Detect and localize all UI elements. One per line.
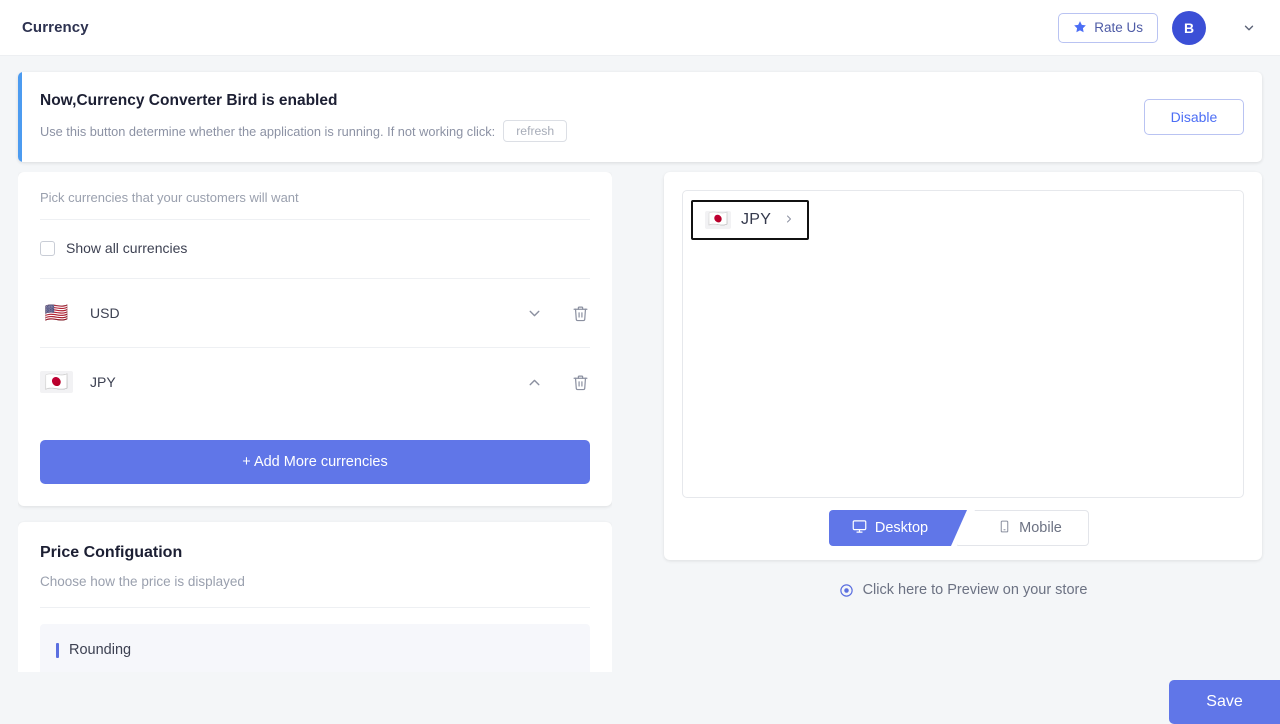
price-configuration-subtitle: Choose how the price is displayed <box>40 574 590 608</box>
flag-icon-usd: 🇺🇸 <box>44 302 69 324</box>
chevron-up-icon-jpy[interactable] <box>524 372 544 392</box>
add-more-currencies-button[interactable]: + Add More currencies <box>40 440 590 484</box>
currency-code-usd: USD <box>90 305 120 321</box>
trash-icon-jpy[interactable] <box>570 372 590 392</box>
rate-us-button[interactable]: Rate Us <box>1058 12 1158 43</box>
currency-row-usd[interactable]: 🇺🇸 USD <box>40 278 590 347</box>
preview-stage: 🇯🇵 JPY <box>682 190 1244 498</box>
show-all-currencies-label: Show all currencies <box>66 240 188 256</box>
rate-us-label: Rate Us <box>1094 20 1143 35</box>
banner-subtitle-row: Use this button determine whether the ap… <box>40 120 568 142</box>
eye-icon <box>839 583 854 598</box>
top-bar-actions: Rate Us B <box>1058 10 1266 45</box>
chevron-down-icon-usd[interactable] <box>524 303 544 323</box>
currency-code-jpy: JPY <box>90 374 116 390</box>
preview-card: 🇯🇵 JPY Desktop Mobile <box>664 172 1262 560</box>
avatar[interactable]: B <box>1172 10 1206 45</box>
price-configuration-title: Price Configuation <box>40 544 183 561</box>
tab-desktop[interactable]: Desktop <box>829 510 967 546</box>
right-column: 🇯🇵 JPY Desktop Mobile Click here to Prev… <box>664 172 1262 598</box>
top-bar: Currency Rate Us B <box>0 0 1280 56</box>
currency-row-jpy[interactable]: 🇯🇵 JPY <box>40 347 590 416</box>
flag-icon-jpy: 🇯🇵 <box>40 371 73 393</box>
price-configuration-card: Price Configuation Choose how the price … <box>18 522 612 672</box>
save-bar: Save <box>1169 674 1280 724</box>
chevron-right-icon <box>783 212 795 228</box>
rounding-label: Rounding <box>69 642 132 658</box>
currency-row-actions-jpy <box>524 372 590 392</box>
banner-accent-bar <box>18 72 22 162</box>
monitor-icon <box>852 519 867 538</box>
currency-row-actions-usd <box>524 303 590 323</box>
device-preview-tabs: Desktop Mobile <box>829 510 1089 546</box>
avatar-initial: B <box>1183 19 1195 36</box>
main-content: Pick currencies that your customers will… <box>0 172 1280 720</box>
rounding-header: Rounding <box>56 642 574 658</box>
disable-button[interactable]: Disable <box>1144 99 1244 135</box>
tab-mobile[interactable]: Mobile <box>957 510 1089 546</box>
refresh-button[interactable]: refresh <box>503 120 568 142</box>
save-button[interactable]: Save <box>1169 680 1280 724</box>
preview-store-link[interactable]: Click here to Preview on your store <box>664 582 1262 598</box>
chevron-down-icon[interactable] <box>1236 15 1262 41</box>
preview-currency-selector[interactable]: 🇯🇵 JPY <box>691 200 810 240</box>
left-column: Pick currencies that your customers will… <box>18 172 612 672</box>
tab-desktop-label: Desktop <box>874 520 929 536</box>
flag-icon-jpy-preview: 🇯🇵 <box>705 211 731 229</box>
banner-body: Now,Currency Converter Bird is enabled U… <box>18 92 568 142</box>
star-icon <box>1073 20 1087 36</box>
accent-bar-icon <box>56 642 59 658</box>
rounding-panel[interactable]: Rounding <box>40 624 590 672</box>
preview-store-link-label: Click here to Preview on your store <box>862 582 1088 598</box>
trash-icon-usd[interactable] <box>570 303 590 323</box>
currencies-hint: Pick currencies that your customers will… <box>40 190 590 220</box>
show-all-currencies-row[interactable]: Show all currencies <box>40 220 590 278</box>
currencies-card: Pick currencies that your customers will… <box>18 172 612 506</box>
phone-icon <box>998 520 1011 537</box>
banner-title: Now,Currency Converter Bird is enabled <box>40 92 338 109</box>
enabled-banner: Now,Currency Converter Bird is enabled U… <box>18 72 1262 162</box>
banner-description: Use this button determine whether the ap… <box>40 123 496 139</box>
preview-currency-code: JPY <box>741 211 772 228</box>
page-title: Currency <box>22 19 89 36</box>
show-all-currencies-checkbox[interactable] <box>40 240 55 256</box>
tab-mobile-label: Mobile <box>1019 520 1062 536</box>
